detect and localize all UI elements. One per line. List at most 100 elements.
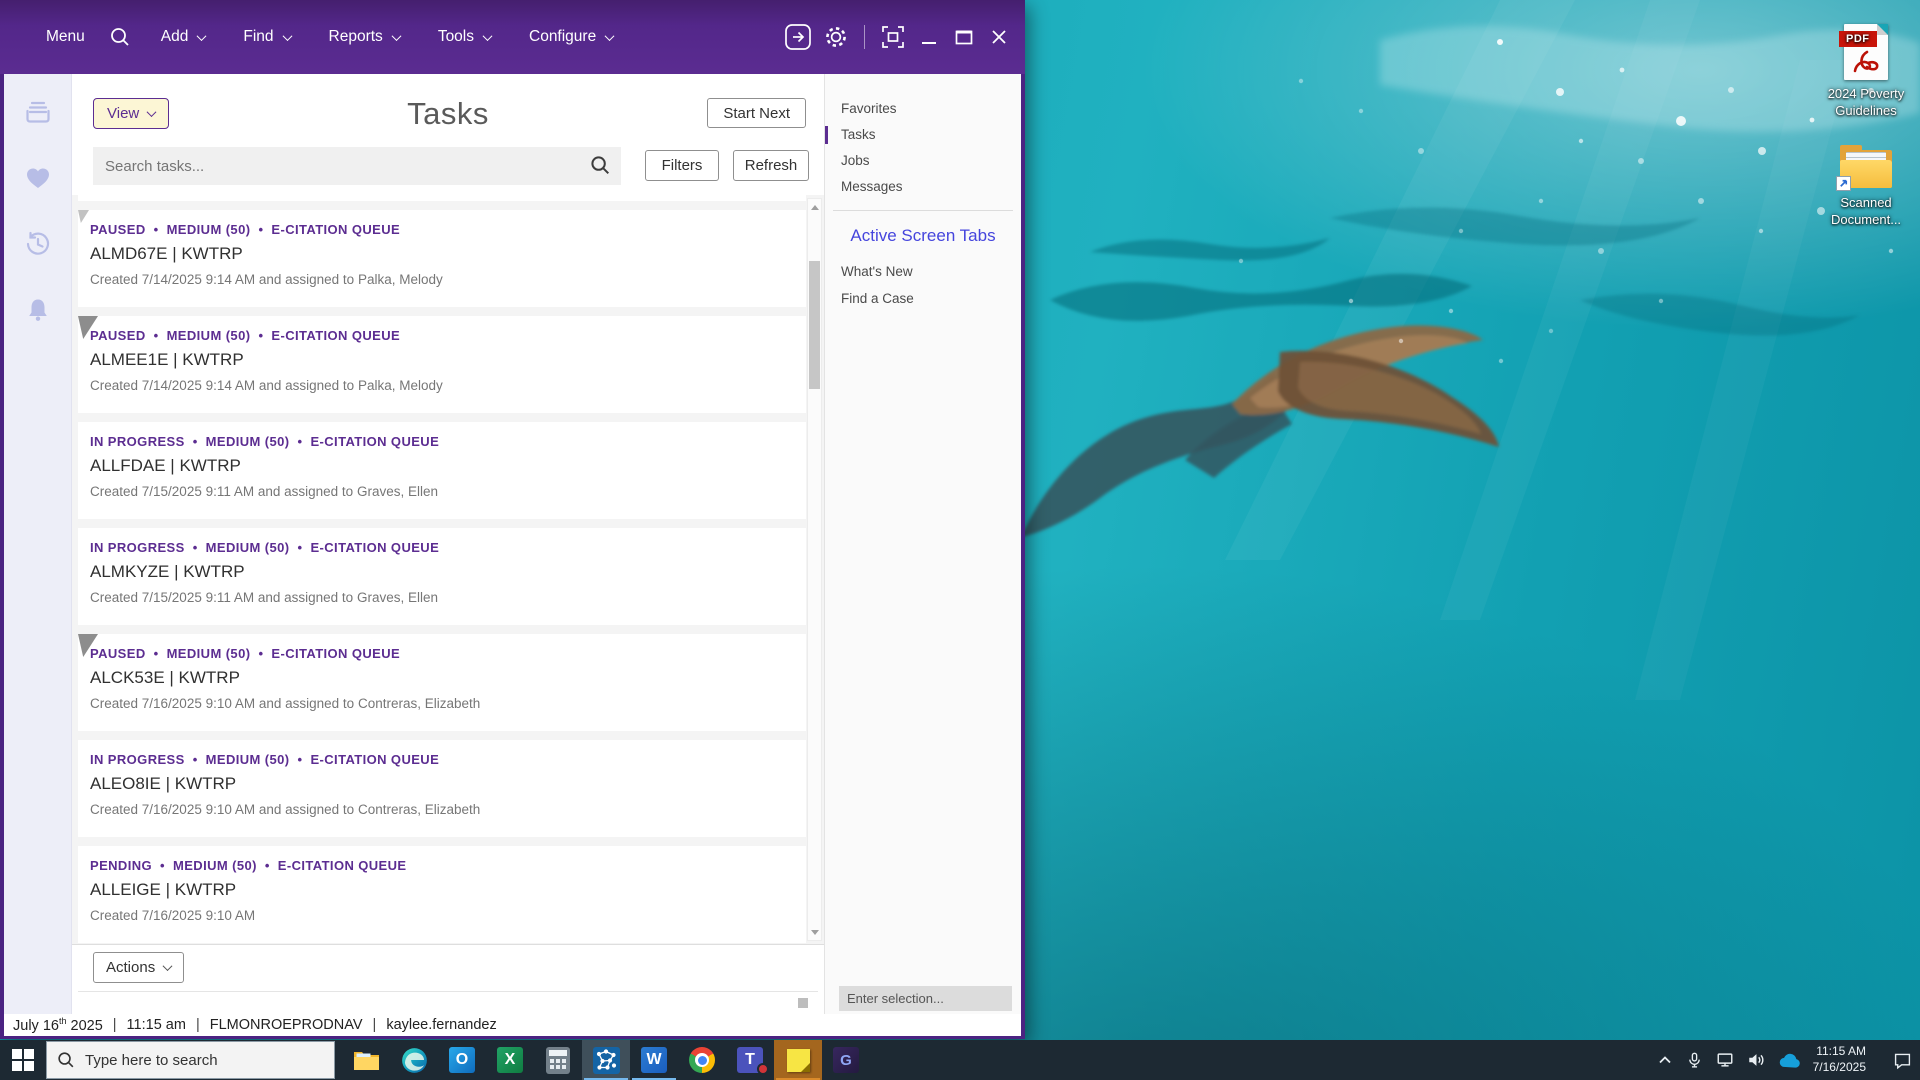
task-status-line: IN PROGRESS•MEDIUM (50)•E-CITATION QUEUE: [90, 540, 792, 555]
action-center-icon[interactable]: [1893, 1051, 1912, 1070]
task-list: PAUSED•MEDIUM (50)•E-CITATION QUEUE ALMD…: [72, 195, 824, 944]
acrobat-swirl-icon: [1853, 50, 1879, 78]
tray-onedrive-icon[interactable]: [1778, 1053, 1800, 1068]
desktop-icon-scanned-documents[interactable]: Scanned Document...: [1814, 146, 1918, 228]
calculator-icon: [546, 1047, 570, 1074]
find-a-case-link[interactable]: Find a Case: [825, 291, 1021, 306]
taskbar-app-sticky-notes[interactable]: [774, 1040, 822, 1080]
menu-label: Menu: [46, 28, 85, 46]
queue-badge: E-CITATION QUEUE: [310, 540, 439, 555]
search-icon[interactable]: [590, 155, 611, 181]
menu-tools[interactable]: Tools: [438, 28, 491, 46]
menu-find[interactable]: Find: [243, 28, 290, 46]
task-card[interactable]: PENDING•MEDIUM (50)•E-CITATION QUEUE ALL…: [78, 846, 806, 943]
menu-add[interactable]: Add: [161, 28, 206, 46]
desktop-icon-pdf[interactable]: PDF 2024 Poverty Guidelines: [1814, 24, 1918, 119]
tray-network-icon[interactable]: [1716, 1051, 1734, 1069]
desktop-icon-label: Document...: [1814, 211, 1918, 228]
close-icon[interactable]: [987, 25, 1011, 49]
chevron-down-icon: [391, 31, 401, 41]
task-created: Created 7/15/2025 9:11 AM and assigned t…: [90, 590, 792, 605]
refresh-button[interactable]: Refresh: [733, 150, 809, 181]
start-button[interactable]: [0, 1040, 46, 1080]
taskbar-app-chrome[interactable]: [678, 1040, 726, 1080]
task-card[interactable]: PAUSED•MEDIUM (50)•E-CITATION QUEUE ALCK…: [78, 634, 806, 731]
task-title: ALMKYZE | KWTRP: [90, 562, 792, 582]
taskbar-app-teams[interactable]: T: [726, 1040, 774, 1080]
busy-status-dot: [757, 1063, 769, 1075]
scrollbar[interactable]: [807, 198, 822, 941]
taskbar-app-calculator[interactable]: [534, 1040, 582, 1080]
start-next-button[interactable]: Start Next: [707, 98, 806, 128]
filters-button[interactable]: Filters: [645, 150, 719, 181]
status-badge: IN PROGRESS: [90, 434, 185, 449]
task-card[interactable]: IN PROGRESS•MEDIUM (50)•E-CITATION QUEUE…: [78, 528, 806, 625]
sidebar-item-favorites[interactable]: Favorites: [825, 96, 1021, 122]
fullscreen-icon[interactable]: [880, 24, 906, 50]
divider: [864, 25, 865, 49]
task-search: [93, 147, 621, 185]
status-time: 11:15 am: [127, 1017, 186, 1033]
actions-dropdown-button[interactable]: Actions: [93, 952, 184, 983]
system-tray: 11:15 AM 7/16/2025: [1657, 1044, 1920, 1075]
chevron-down-icon: [163, 961, 173, 971]
taskbar-search-input[interactable]: [85, 1052, 324, 1069]
queue-badge: E-CITATION QUEUE: [278, 858, 407, 873]
active-screen-tabs-link[interactable]: Active Screen Tabs: [825, 226, 1021, 246]
taskbar-app-g[interactable]: G: [822, 1040, 870, 1080]
scrollbar-thumb[interactable]: [809, 261, 820, 389]
chevron-down-icon: [605, 31, 615, 41]
window-controls: [784, 23, 1025, 51]
taskbar-app-edge[interactable]: [390, 1040, 438, 1080]
shortcut-arrow-icon: [1836, 176, 1851, 191]
taskbar-clock[interactable]: 11:15 AM 7/16/2025: [1813, 1044, 1866, 1075]
whats-new-link[interactable]: What's New: [825, 264, 1021, 279]
queue-badge: E-CITATION QUEUE: [310, 434, 439, 449]
taskbar-app-excel[interactable]: X: [486, 1040, 534, 1080]
scrollbar-down-arrow[interactable]: [808, 926, 821, 938]
settings-gear-icon[interactable]: [823, 24, 849, 50]
taskbar-app-case-manager[interactable]: [582, 1040, 630, 1080]
minimize-icon[interactable]: [917, 25, 941, 49]
desktop-icon-label: Guidelines: [1814, 102, 1918, 119]
task-card[interactable]: PAUSED•MEDIUM (50)•E-CITATION QUEUE ALME…: [78, 316, 806, 413]
taskbar-app-outlook[interactable]: O: [438, 1040, 486, 1080]
divider: [833, 210, 1013, 211]
scrollbar-up-arrow[interactable]: [808, 201, 821, 213]
task-title: ALEO8IE | KWTRP: [90, 774, 792, 794]
notifications-bell-icon[interactable]: [24, 296, 52, 324]
task-status-line: PAUSED•MEDIUM (50)•E-CITATION QUEUE: [90, 328, 792, 343]
menu-search-icon[interactable]: [109, 26, 131, 48]
taskbar-app-word[interactable]: W: [630, 1040, 678, 1080]
menu-reports[interactable]: Reports: [329, 28, 400, 46]
task-card[interactable]: PAUSED•MEDIUM (50)•E-CITATION QUEUE ALMD…: [78, 210, 806, 307]
favorites-heart-icon[interactable]: [24, 164, 52, 192]
priority-badge: MEDIUM (50): [206, 540, 290, 555]
tray-chevron-up-icon[interactable]: [1657, 1052, 1673, 1068]
history-icon[interactable]: [24, 230, 52, 258]
chevron-down-icon: [282, 31, 292, 41]
menu-configure[interactable]: Configure: [529, 28, 613, 46]
sidebar-item-messages[interactable]: Messages: [825, 174, 1021, 200]
taskbar-search[interactable]: [46, 1041, 335, 1079]
maximize-icon[interactable]: [952, 25, 976, 49]
sidebar-item-tasks[interactable]: Tasks: [825, 122, 1021, 148]
taskbar-app-file-explorer[interactable]: [342, 1040, 390, 1080]
tray-volume-icon[interactable]: [1747, 1051, 1765, 1069]
partial-task-card[interactable]: [78, 195, 806, 201]
sidebar-item-jobs[interactable]: Jobs: [825, 148, 1021, 174]
selection-input[interactable]: [839, 986, 1012, 1011]
task-card[interactable]: IN PROGRESS•MEDIUM (50)•E-CITATION QUEUE…: [78, 740, 806, 837]
status-badge: IN PROGRESS: [90, 540, 185, 555]
navigation-side-panel: Favorites Tasks Jobs Messages Active Scr…: [824, 74, 1021, 1014]
menu-button[interactable]: Menu: [46, 28, 85, 46]
queue-tray-icon[interactable]: [24, 98, 52, 126]
tray-microphone-icon[interactable]: [1686, 1052, 1703, 1069]
app-menu-bar: Menu Add Find Reports Tools Configure: [0, 0, 1025, 74]
resize-grip[interactable]: [798, 998, 808, 1008]
search-input[interactable]: [93, 147, 621, 185]
pop-out-icon[interactable]: [784, 23, 812, 51]
task-card[interactable]: IN PROGRESS•MEDIUM (50)•E-CITATION QUEUE…: [78, 422, 806, 519]
queue-badge: E-CITATION QUEUE: [271, 222, 400, 237]
status-date: July 16th 2025: [13, 1016, 103, 1034]
